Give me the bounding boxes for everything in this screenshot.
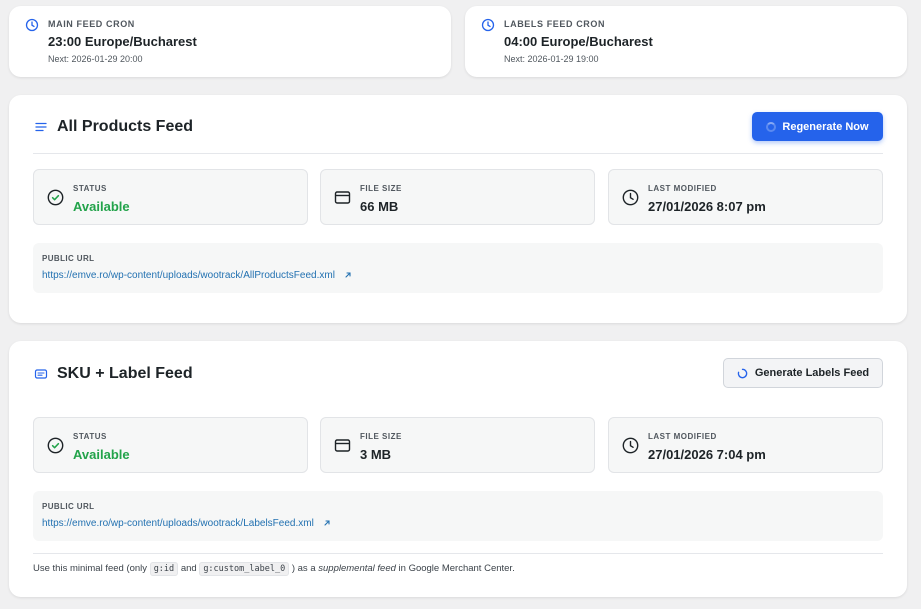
last-modified-value: 27/01/2026 7:04 pm [648, 447, 766, 462]
status-label: STATUS [73, 184, 107, 193]
divider [33, 153, 883, 154]
main-feed-cron-card: MAIN FEED CRON 23:00 Europe/Bucharest Ne… [9, 6, 451, 77]
public-url-label: PUBLIC URL [42, 254, 95, 263]
sku-label-feed-card: SKU + Label Feed Generate Labels Feed ST… [9, 341, 907, 597]
feed-title: SKU + Label Feed [57, 365, 193, 382]
cron-next-run: Next: 2026-01-29 19:00 [504, 54, 599, 64]
public-url-link[interactable]: https://emve.ro/wp-content/uploads/wootr… [42, 270, 352, 281]
clock-icon [622, 189, 639, 206]
cron-label: MAIN FEED CRON [48, 19, 135, 29]
supplemental-feed-note: Use this minimal feed (only g:id and g:c… [33, 562, 515, 576]
external-link-icon [345, 272, 351, 278]
file-icon [334, 191, 351, 204]
list-icon [35, 122, 47, 132]
clock-icon [481, 18, 495, 32]
regenerate-now-label: Regenerate Now [782, 120, 869, 133]
note-text: ) as a [291, 563, 316, 574]
status-stat: STATUS Available [33, 169, 308, 225]
cron-value: 23:00 Europe/Bucharest [48, 34, 197, 49]
public-url-box: PUBLIC URL https://emve.ro/wp-content/up… [33, 243, 883, 293]
divider [33, 553, 883, 554]
last-modified-stat: LAST MODIFIED 27/01/2026 7:04 pm [608, 417, 883, 473]
file-size-label: FILE SIZE [360, 432, 402, 441]
clock-icon [25, 18, 39, 32]
clock-icon [622, 437, 639, 454]
status-stat: STATUS Available [33, 417, 308, 473]
status-label: STATUS [73, 432, 107, 441]
code-field-id: g:id [149, 562, 179, 576]
note-text: and [180, 563, 197, 574]
note-text: Use this minimal feed (only [33, 563, 148, 574]
public-url-text: https://emve.ro/wp-content/uploads/wootr… [42, 270, 335, 281]
regenerate-now-button[interactable]: Regenerate Now [752, 112, 883, 141]
message-icon [34, 369, 48, 379]
file-size-value: 3 MB [360, 447, 392, 462]
code-field-custom-label: g:custom_label_0 [199, 562, 290, 576]
note-emphasis: supplemental feed [318, 563, 396, 574]
public-url-text: https://emve.ro/wp-content/uploads/wootr… [42, 518, 314, 529]
public-url-label: PUBLIC URL [42, 502, 95, 511]
last-modified-value: 27/01/2026 8:07 pm [648, 199, 766, 214]
last-modified-stat: LAST MODIFIED 27/01/2026 8:07 pm [608, 169, 883, 225]
note-text: in Google Merchant Center. [398, 563, 515, 574]
file-icon [334, 439, 351, 452]
file-size-stat: FILE SIZE 3 MB [320, 417, 595, 473]
cron-value: 04:00 Europe/Bucharest [504, 34, 653, 49]
cron-next-run: Next: 2026-01-29 20:00 [48, 54, 143, 64]
last-modified-label: LAST MODIFIED [648, 184, 717, 193]
generate-labels-feed-button[interactable]: Generate Labels Feed [723, 358, 883, 388]
file-size-value: 66 MB [360, 199, 399, 214]
spinner-icon [737, 368, 748, 378]
all-products-feed-card: All Products Feed Regenerate Now STATUS … [9, 95, 907, 323]
labels-feed-cron-card: LABELS FEED CRON 04:00 Europe/Bucharest … [465, 6, 907, 77]
public-url-link[interactable]: https://emve.ro/wp-content/uploads/wootr… [42, 518, 331, 529]
external-link-icon [324, 520, 330, 526]
file-size-label: FILE SIZE [360, 184, 402, 193]
check-circle-icon [47, 437, 64, 454]
status-value: Available [73, 447, 130, 462]
file-size-stat: FILE SIZE 66 MB [320, 169, 595, 225]
last-modified-label: LAST MODIFIED [648, 432, 717, 441]
feed-title: All Products Feed [57, 118, 194, 135]
spinner-icon [766, 121, 777, 132]
generate-labels-feed-label: Generate Labels Feed [754, 367, 870, 379]
status-value: Available [73, 199, 130, 214]
check-circle-icon [47, 189, 64, 206]
public-url-box: PUBLIC URL https://emve.ro/wp-content/up… [33, 491, 883, 541]
cron-label: LABELS FEED CRON [504, 19, 606, 29]
